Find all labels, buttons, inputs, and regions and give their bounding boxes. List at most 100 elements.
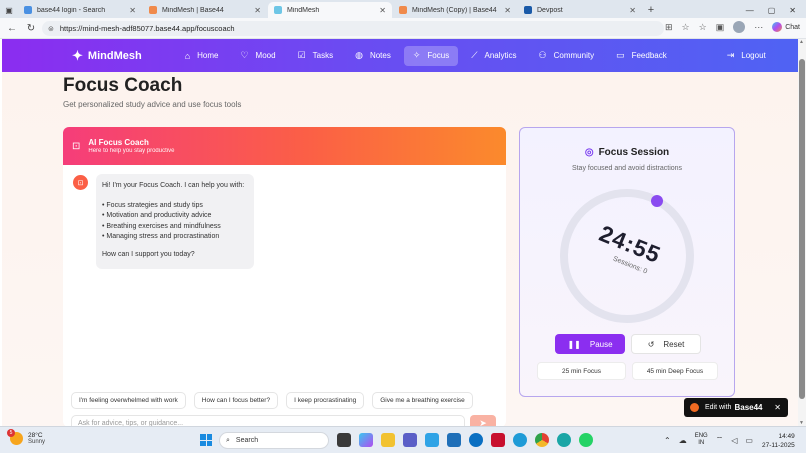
volume-icon[interactable]: ◁ xyxy=(731,436,737,445)
page-title: Focus Coach xyxy=(63,75,183,96)
nav-item-home[interactable]: ⌂ Home xyxy=(176,46,228,66)
clock-time: 14:49 xyxy=(778,433,795,440)
weather-widget[interactable]: 5 28°C Sunny xyxy=(7,429,45,445)
weather-temp: 28°C xyxy=(28,432,43,439)
nav-item-community[interactable]: ⚇ Community xyxy=(530,46,604,66)
edge-icon[interactable] xyxy=(513,433,527,447)
hp-icon[interactable] xyxy=(469,433,483,447)
favorites-icon[interactable]: ☆ xyxy=(699,22,707,33)
tab-close-icon[interactable]: ✕ xyxy=(129,6,136,15)
site-info-icon[interactable]: ⊜ xyxy=(48,25,54,33)
nav-item-tasks[interactable]: ☑ Tasks xyxy=(289,46,343,66)
suggestion-chip[interactable]: Give me a breathing exercise xyxy=(372,392,473,409)
browser-tab[interactable]: MindMesh ✕ xyxy=(268,2,392,18)
nav-item-mood[interactable]: ♡ Mood xyxy=(231,46,284,66)
preset-25-button[interactable]: 25 min Focus xyxy=(537,362,626,380)
scrollbar-thumb[interactable] xyxy=(799,59,805,399)
focus-session-card: ◎ Focus Session Stay focused and avoid d… xyxy=(519,127,735,397)
suggestion-chips: I'm feeling overwhelmed with work How ca… xyxy=(71,392,473,409)
tab-close-icon[interactable]: ✕ xyxy=(629,6,636,15)
brand-logo[interactable]: ✦ MindMesh xyxy=(72,48,142,64)
windows-start-icon[interactable] xyxy=(200,434,212,446)
nav-item-label: Notes xyxy=(369,51,391,60)
nav-item-analytics[interactable]: ⟋ Analytics xyxy=(462,46,525,66)
nav-item-feedback[interactable]: ▭ Feedback xyxy=(607,46,676,66)
tab-close-icon[interactable]: ✕ xyxy=(504,6,511,15)
browser-tab[interactable]: base44 login - Search ✕ xyxy=(18,2,142,18)
message-bullet: • Managing stress and procrastination xyxy=(102,233,220,240)
edge-dev-icon[interactable] xyxy=(425,433,439,447)
copilot-app-icon[interactable] xyxy=(359,433,373,447)
whatsapp-icon[interactable] xyxy=(579,433,593,447)
tab-title: MindMesh | Base44 xyxy=(162,6,224,14)
onedrive-icon[interactable]: ☁ xyxy=(679,436,687,445)
badge-prefix: Edit with xyxy=(705,404,732,411)
checkbox-icon: ☑ xyxy=(297,50,306,60)
store-icon[interactable] xyxy=(447,433,461,447)
file-explorer-icon[interactable] xyxy=(381,433,395,447)
badge-close-icon[interactable]: ✕ xyxy=(774,403,781,412)
suggestion-chip[interactable]: How can I focus better? xyxy=(193,392,279,409)
taskbar-search[interactable]: ⌕ Search xyxy=(219,432,329,449)
teams-icon[interactable] xyxy=(403,433,417,447)
edit-with-base44-badge[interactable]: Edit with Base44 ✕ xyxy=(684,398,788,417)
reset-label: Reset xyxy=(663,339,685,349)
close-icon[interactable]: ✕ xyxy=(789,6,796,15)
mcafee-icon[interactable] xyxy=(491,433,505,447)
pause-button[interactable]: ❚❚ Pause xyxy=(555,334,625,354)
browser-tab[interactable]: MindMesh | Base44 ✕ xyxy=(143,2,267,18)
tab-actions-icon[interactable]: ▣ xyxy=(0,2,18,18)
message-bullet: • Focus strategies and study tips xyxy=(102,201,203,209)
copilot-chat-button[interactable]: Chat xyxy=(772,22,800,32)
coach-subtitle: Here to help you stay productive xyxy=(88,148,175,154)
send-button[interactable]: ➤ xyxy=(470,415,496,426)
base44-logo-icon xyxy=(690,403,699,412)
search-icon: ⌕ xyxy=(226,436,230,444)
focus-session-header: ◎ Focus Session xyxy=(520,147,734,158)
tab-title: MindMesh xyxy=(287,6,320,14)
bot-avatar-icon: ⊡ xyxy=(73,175,88,190)
windows-taskbar: 5 28°C Sunny ⌕ Search ⌃ ☁ ENG IN ⌔ ◁ ▭ 1… xyxy=(0,426,806,453)
maximize-icon[interactable]: ▢ xyxy=(768,6,776,15)
favorite-star-icon[interactable]: ☆ xyxy=(682,22,690,33)
message-intro: Hi! I'm your Focus Coach. I can help you… xyxy=(102,182,245,189)
tab-close-icon[interactable]: ✕ xyxy=(254,6,261,15)
task-view-icon[interactable] xyxy=(337,433,351,447)
pause-icon: ❚❚ xyxy=(567,339,581,349)
new-tab-button[interactable]: + xyxy=(643,2,659,18)
more-menu-icon[interactable]: ⋯ xyxy=(754,22,763,33)
coach-chat-header: ⊡ AI Focus Coach Here to help you stay p… xyxy=(63,127,506,165)
reset-button[interactable]: ↺ Reset xyxy=(631,334,701,354)
chrome-icon[interactable] xyxy=(535,433,549,447)
tab-favicon-icon xyxy=(274,6,282,14)
suggestion-chip[interactable]: I'm feeling overwhelmed with work xyxy=(71,392,186,409)
tab-close-icon[interactable]: ✕ xyxy=(379,6,386,15)
nav-item-focus[interactable]: ✧ Focus xyxy=(403,45,459,66)
logout-button[interactable]: ⇥ Logout xyxy=(718,46,775,66)
page-scrollbar[interactable]: ▲ ▼ xyxy=(798,39,806,426)
refresh-icon[interactable]: ↻ xyxy=(24,21,38,35)
collections-icon[interactable]: ▣ xyxy=(716,22,725,33)
browser-tab[interactable]: Devpost ✕ xyxy=(518,2,642,18)
heart-icon: ♡ xyxy=(240,50,249,60)
profile-avatar[interactable] xyxy=(733,21,746,33)
chevron-up-icon[interactable]: ⌃ xyxy=(664,436,671,445)
back-icon[interactable]: ← xyxy=(5,21,19,35)
nav-item-notes[interactable]: ◍ Notes xyxy=(346,46,400,66)
system-clock[interactable]: 14:49 27-11-2025 xyxy=(762,432,795,450)
preset-45-button[interactable]: 45 min Deep Focus xyxy=(632,362,718,380)
url-input[interactable]: ⊜ https://mind-mesh-adf85077.base44.app/… xyxy=(42,21,664,36)
tab-title: MindMesh (Copy) | Base44 xyxy=(412,6,497,14)
timer-progress-dot xyxy=(651,195,663,207)
message-bullet: • Motivation and productivity advice xyxy=(102,212,212,219)
app-available-icon[interactable]: ⊞ xyxy=(665,22,673,33)
wifi-icon[interactable]: ⌔ xyxy=(716,435,724,445)
minimize-icon[interactable]: — xyxy=(746,6,754,15)
vscode-icon[interactable] xyxy=(557,433,571,447)
coach-message-input[interactable]: Ask for advice, tips, or guidance... xyxy=(71,415,465,426)
battery-icon[interactable]: ▭ xyxy=(745,436,753,445)
scroll-up-icon[interactable]: ▲ xyxy=(799,39,804,45)
language-indicator[interactable]: ENG IN xyxy=(695,433,708,447)
suggestion-chip[interactable]: I keep procrastinating xyxy=(286,392,365,409)
browser-tab[interactable]: MindMesh (Copy) | Base44 ✕ xyxy=(393,2,517,18)
